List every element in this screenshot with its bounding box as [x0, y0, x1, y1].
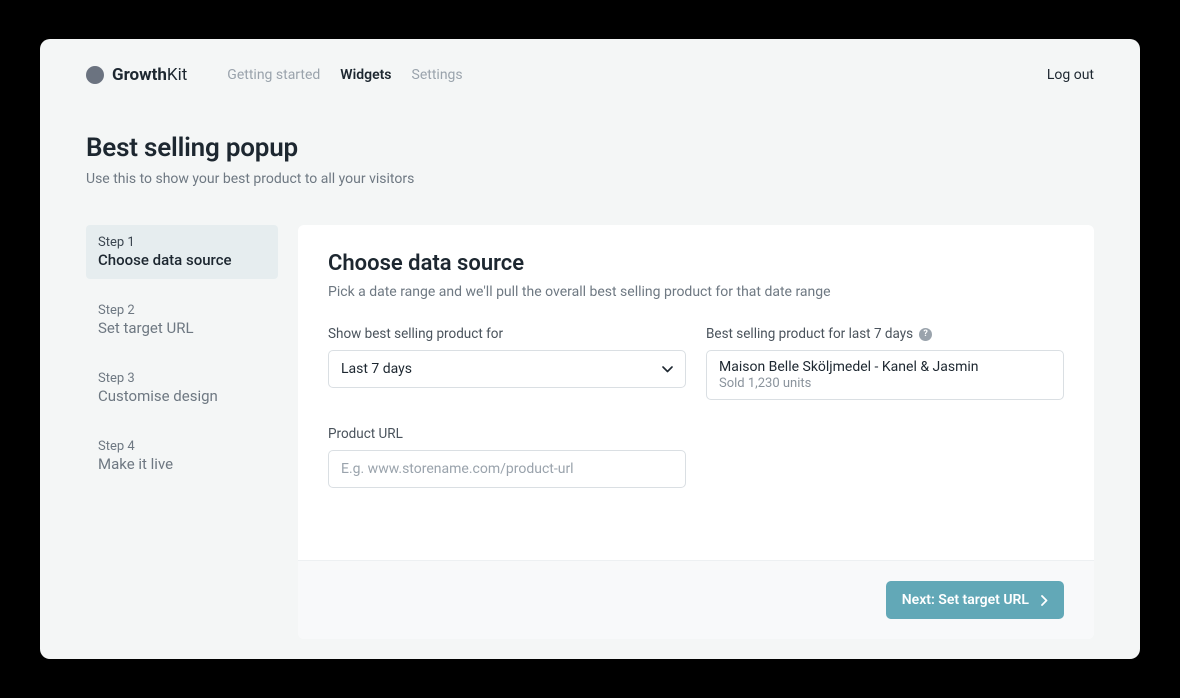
help-icon[interactable]: ?: [919, 328, 932, 341]
date-range-value: Last 7 days: [341, 361, 412, 377]
chevron-down-icon: [662, 366, 673, 373]
step-label: Make it live: [98, 455, 266, 473]
form-row-top: Show best selling product for Last 7 day…: [328, 326, 1064, 400]
topbar: GrowthKit Getting started Widgets Settin…: [40, 39, 1140, 93]
step-customise-design[interactable]: Step 3 Customise design: [86, 361, 278, 415]
app-window: GrowthKit Getting started Widgets Settin…: [40, 39, 1140, 659]
panel-body: Choose data source Pick a date range and…: [298, 225, 1094, 560]
date-range-select[interactable]: Last 7 days: [328, 350, 686, 388]
brand-name: GrowthKit: [112, 65, 187, 85]
product-url-col: Product URL: [328, 426, 686, 488]
nav-getting-started[interactable]: Getting started: [227, 67, 320, 83]
step-num: Step 4: [98, 439, 266, 454]
result-label: Best selling product for last 7 days ?: [706, 326, 1064, 342]
form-row-url: Product URL: [328, 426, 1064, 488]
step-set-target-url[interactable]: Step 2 Set target URL: [86, 293, 278, 347]
result-units-sold: Sold 1,230 units: [719, 376, 1051, 391]
next-button-label: Next: Set target URL: [902, 592, 1029, 608]
panel-footer: Next: Set target URL: [298, 560, 1094, 639]
step-make-it-live[interactable]: Step 4 Make it live: [86, 429, 278, 483]
product-url-label: Product URL: [328, 426, 686, 442]
primary-nav: Getting started Widgets Settings: [227, 67, 462, 83]
panel-title: Choose data source: [328, 251, 1064, 276]
page-subtitle: Use this to show your best product to al…: [86, 171, 1094, 187]
best-selling-result: Maison Belle Sköljmedel - Kanel & Jasmin…: [706, 350, 1064, 400]
page-title: Best selling popup: [86, 133, 1094, 163]
logout-link[interactable]: Log out: [1047, 67, 1094, 83]
step-label: Set target URL: [98, 319, 266, 337]
steps-sidebar: Step 1 Choose data source Step 2 Set tar…: [86, 225, 278, 639]
result-product-name: Maison Belle Sköljmedel - Kanel & Jasmin: [719, 359, 1051, 375]
chevron-right-icon: [1041, 595, 1048, 606]
page-header: Best selling popup Use this to show your…: [40, 93, 1140, 187]
nav-settings[interactable]: Settings: [412, 67, 463, 83]
next-button[interactable]: Next: Set target URL: [886, 581, 1064, 619]
product-url-input[interactable]: [328, 450, 686, 488]
step-num: Step 2: [98, 303, 266, 318]
step-num: Step 3: [98, 371, 266, 386]
step-choose-data-source[interactable]: Step 1 Choose data source: [86, 225, 278, 279]
panel-subtitle: Pick a date range and we'll pull the ove…: [328, 284, 1064, 300]
brand-logo-icon: [86, 66, 104, 84]
step-num: Step 1: [98, 235, 266, 250]
nav-widgets[interactable]: Widgets: [340, 67, 391, 83]
result-col: Best selling product for last 7 days ? M…: [706, 326, 1064, 400]
topbar-left: GrowthKit Getting started Widgets Settin…: [86, 65, 463, 85]
step-label: Choose data source: [98, 251, 266, 269]
main-panel: Choose data source Pick a date range and…: [298, 225, 1094, 639]
spacer: [706, 426, 1064, 488]
brand[interactable]: GrowthKit: [86, 65, 187, 85]
content: Step 1 Choose data source Step 2 Set tar…: [40, 187, 1140, 639]
date-range-label: Show best selling product for: [328, 326, 686, 342]
step-label: Customise design: [98, 387, 266, 405]
date-range-col: Show best selling product for Last 7 day…: [328, 326, 686, 400]
result-label-text: Best selling product for last 7 days: [706, 326, 913, 342]
